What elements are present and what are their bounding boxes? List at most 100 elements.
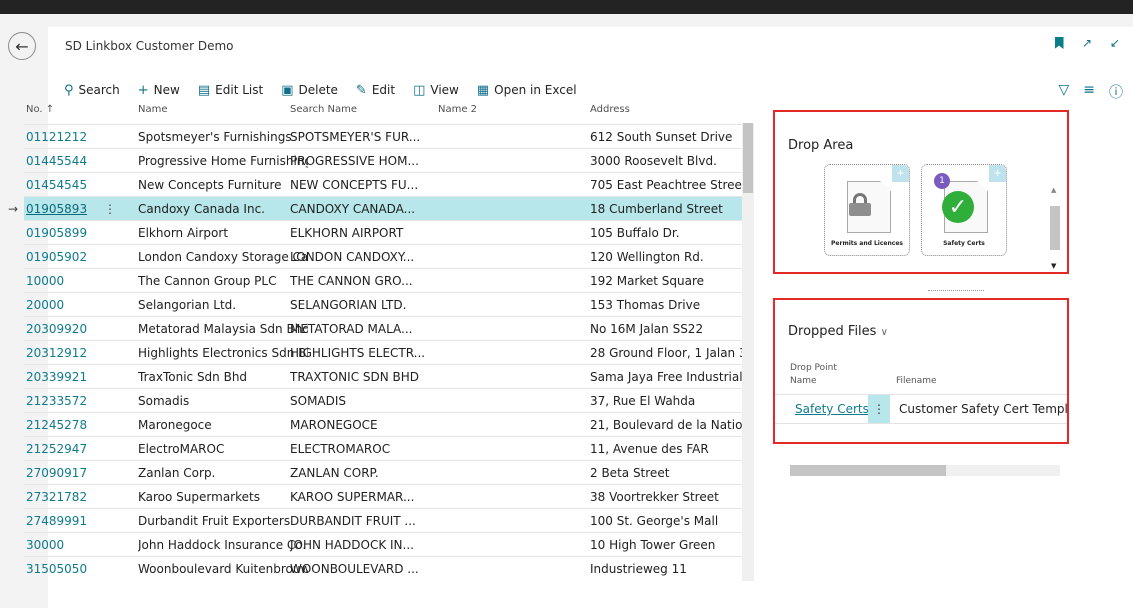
customer-address: 37, Rue El Wahda [590, 394, 696, 408]
customer-no-link[interactable]: 21245278 [26, 418, 116, 432]
customer-no-link[interactable]: 27489991 [26, 514, 116, 528]
customer-search-name: PROGRESSIVE HOM... [290, 154, 419, 168]
drop-tile-permits[interactable]: + Permits and Licences [824, 164, 910, 256]
list-view-icon[interactable]: ≡ [1083, 82, 1095, 102]
trash-icon: ▣ [281, 82, 294, 98]
customer-name: New Concepts Furniture [138, 178, 282, 192]
new-button[interactable]: + New [138, 83, 180, 98]
pencil-icon: ✎ [355, 82, 367, 98]
drop-area-scrollbar-thumb[interactable] [1050, 206, 1060, 250]
plus-icon[interactable]: + [892, 165, 909, 182]
customer-name: Maronegoce [138, 418, 212, 432]
table-row[interactable]: 01121212 Spotsmeyer's Furnishings SPOTSMEY… [24, 124, 744, 148]
column-search-name[interactable]: Search Name [290, 104, 357, 115]
customer-no-link[interactable]: 01905893 [26, 202, 116, 216]
plus-icon[interactable]: + [989, 165, 1006, 182]
customer-search-name: TRAXTONIC SDN BHD [290, 370, 420, 384]
table-row[interactable]: 20312912 Highlights Electronics Sdn Bhd HI… [24, 340, 746, 364]
dropped-files-title[interactable]: Dropped Files ∨ [788, 324, 888, 339]
customer-no-link[interactable]: 21233572 [26, 394, 116, 408]
back-button[interactable]: ← [8, 32, 36, 60]
table-row[interactable]: 20339921 TraxTonic Sdn Bhd TRAXTONIC SDN B… [24, 364, 746, 388]
table-row[interactable]: 31505050 Woonboulevard Kuitenbrouwer WOONB… [24, 556, 744, 580]
customer-no-link[interactable]: 01445544 [26, 154, 116, 168]
dropped-file-row[interactable]: Safety Certs ⋮ Customer Safety Cert Temp… [775, 394, 1067, 424]
search-button[interactable]: ⚲ Search [64, 83, 120, 98]
delete-button[interactable]: ▣ Delete [281, 83, 338, 98]
drop-point-link[interactable]: Safety Certs [795, 402, 869, 416]
factbox-scrollbar-thumb[interactable] [790, 465, 946, 476]
customer-no-link[interactable]: 01121212 [26, 130, 116, 144]
table-row[interactable]: 30000 John Haddock Insurance Co. JOHN HADD… [24, 532, 744, 556]
drop-area-scrollbar[interactable]: ▲ ▼ [1049, 186, 1061, 292]
drop-area-panel: Drop Area + Permits and Licences + ✓ 1 S… [773, 110, 1069, 291]
edit-button[interactable]: ✎ Edit [356, 83, 395, 98]
table-row[interactable]: 01905902 London Candoxy Storage Cam...LON… [24, 244, 744, 268]
customer-no-link[interactable]: 31505050 [26, 562, 116, 576]
collapse-icon[interactable]: ↙ [1107, 35, 1123, 51]
table-row[interactable]: 27489991 Durbandit Fruit Exporters DURBAND… [24, 508, 744, 532]
list-scrollbar[interactable] [742, 123, 754, 581]
view-icon: ◫ [413, 82, 426, 98]
table-row[interactable]: → ⋮ 01905893 Candoxy Canada Inc. CANDOXY CAN… [8, 196, 744, 220]
table-row[interactable]: 21233572 Somadis SOMADIS 37, Rue El Wahda [24, 388, 744, 412]
dropped-files-panel: Dropped Files ∨ Drop Point Name Filename… [773, 298, 1069, 444]
scroll-down-icon[interactable]: ▼ [1051, 262, 1056, 270]
view-button[interactable]: ◫ View [413, 83, 459, 98]
edit-list-button[interactable]: ▤ Edit List [198, 83, 263, 98]
info-icon[interactable]: ⓘ [1109, 82, 1123, 102]
customer-no-link[interactable]: 20000 [26, 298, 116, 312]
check-icon: ✓ [942, 191, 974, 223]
customer-address: 21, Boulevard de la Nation [590, 418, 746, 432]
customer-search-name: THE CANNON GRO... [290, 274, 413, 288]
header-icons: ↗ ↙ [1051, 35, 1123, 51]
row-actions-icon[interactable]: ⋮ [868, 395, 890, 423]
bookmark-icon[interactable] [1051, 35, 1067, 51]
table-row[interactable]: 20000 Selangorian Ltd. SELANGORIAN LTD. 153… [24, 292, 744, 316]
list-header: No. ↑ Name Search Name Name 2 Address [24, 98, 744, 124]
customer-search-name: SOMADIS [290, 394, 347, 408]
customer-no-link[interactable]: 01905899 [26, 226, 116, 240]
customer-no-link[interactable]: 30000 [26, 538, 116, 552]
customer-no-link[interactable]: 27321782 [26, 490, 116, 504]
column-drop-point-name: Name [790, 376, 817, 386]
list-scrollbar-thumb[interactable] [743, 123, 753, 193]
table-row[interactable]: 20309920 Metatorad Malaysia Sdn Bhd METATO… [24, 316, 744, 340]
customer-address: 153 Thomas Drive [590, 298, 701, 312]
open-new-window-icon[interactable]: ↗ [1079, 35, 1095, 51]
customer-no-link[interactable]: 01454545 [26, 178, 116, 192]
table-row[interactable]: 01445544 Progressive Home Furnishings PROG… [24, 148, 744, 172]
plus-icon: + [137, 82, 149, 98]
customer-search-name: LONDON CANDOXY... [290, 250, 415, 264]
drop-tile-safety-certs[interactable]: + ✓ 1 Safety Certs [921, 164, 1007, 256]
filter-icon[interactable]: ▽ [1058, 82, 1069, 102]
table-row[interactable]: 27321782 Karoo Supermarkets KAROO SUPERMAR… [24, 484, 744, 508]
lock-icon [849, 193, 871, 216]
column-name-2[interactable]: Name 2 [438, 104, 477, 115]
table-row[interactable]: 01905899 Elkhorn Airport ELKHORN AIRPORT 10… [24, 220, 744, 244]
customer-no-link[interactable]: 27090917 [26, 466, 116, 480]
table-row[interactable]: 27090917 Zanlan Corp. ZANLAN CORP. 2 Beta S… [24, 460, 744, 484]
filename: Customer Safety Cert Template. [899, 402, 1067, 416]
scroll-up-icon[interactable]: ▲ [1051, 186, 1056, 194]
factbox-scrollbar[interactable] [790, 465, 1060, 476]
customer-no-link[interactable]: 20312912 [26, 346, 116, 360]
customer-name: Somadis [138, 394, 190, 408]
table-row[interactable]: 10000 The Cannon Group PLC THE CANNON GRO.… [24, 268, 744, 292]
customer-no-link[interactable]: 20339921 [26, 370, 116, 384]
customer-no-link[interactable]: 10000 [26, 274, 116, 288]
table-row[interactable]: 01454545 New Concepts Furniture NEW CONCEP… [24, 172, 746, 196]
open-in-excel-button[interactable]: ▦ Open in Excel [477, 83, 577, 98]
drop-tile-label: Safety Certs [943, 240, 985, 247]
customer-name: Selangorian Ltd. [138, 298, 237, 312]
customer-name: Durbandit Fruit Exporters [138, 514, 291, 528]
column-address[interactable]: Address [590, 104, 630, 115]
column-no[interactable]: No. ↑ [26, 104, 54, 115]
column-name[interactable]: Name [138, 104, 168, 115]
table-row[interactable]: 21245278 Maronegoce MARONEGOCE 21, Boulevar… [24, 412, 746, 436]
customer-no-link[interactable]: 01905902 [26, 250, 116, 264]
customer-name: TraxTonic Sdn Bhd [138, 370, 248, 384]
customer-no-link[interactable]: 20309920 [26, 322, 116, 336]
customer-no-link[interactable]: 21252947 [26, 442, 116, 456]
table-row[interactable]: 21252947 ElectroMAROC ELECTROMAROC 11, Aven… [24, 436, 744, 460]
